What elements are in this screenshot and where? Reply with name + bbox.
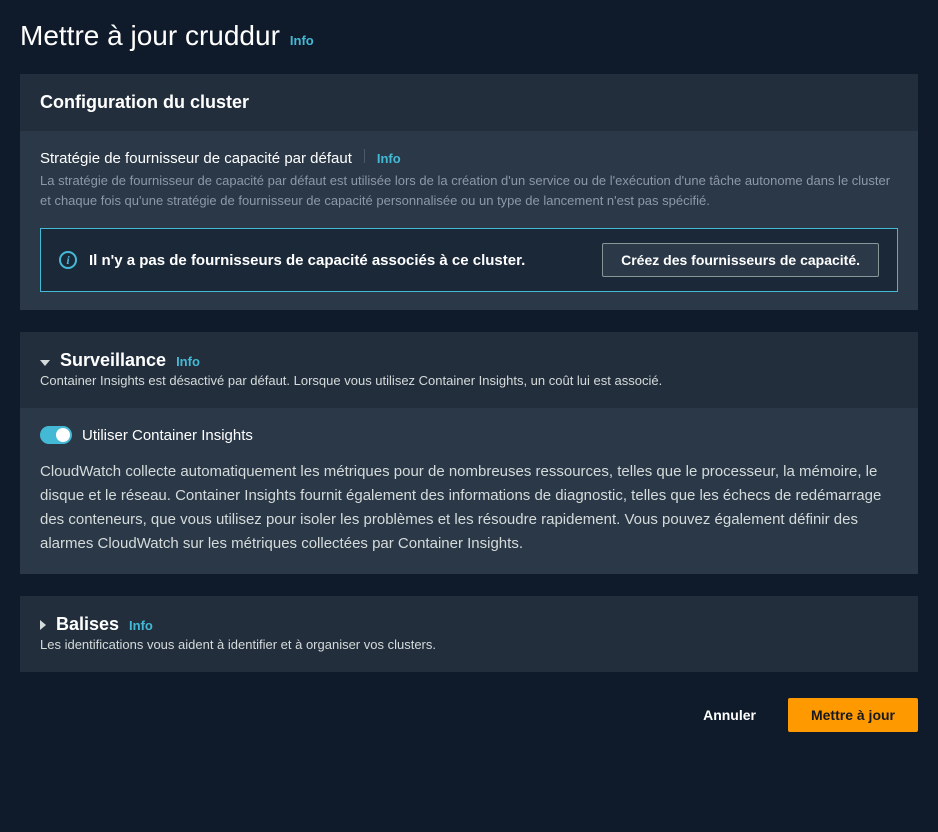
cluster-config-panel: Configuration du cluster Stratégie de fo… xyxy=(20,74,918,310)
chevron-down-icon xyxy=(40,360,50,366)
cluster-config-header: Configuration du cluster xyxy=(20,74,918,131)
chevron-right-icon xyxy=(40,620,46,630)
capacity-info-link[interactable]: Info xyxy=(377,151,401,166)
cluster-config-title: Configuration du cluster xyxy=(40,92,898,113)
surveillance-title: Surveillance xyxy=(60,350,166,371)
container-insights-toggle[interactable] xyxy=(40,426,72,444)
surveillance-desc: Container Insights est désactivé par déf… xyxy=(40,371,898,404)
container-insights-toggle-row: Utiliser Container Insights xyxy=(40,426,898,444)
balises-title: Balises xyxy=(56,614,119,635)
balises-desc: Les identifications vous aident à identi… xyxy=(40,635,898,668)
container-insights-label: Utiliser Container Insights xyxy=(82,427,253,444)
capacity-title: Stratégie de fournisseur de capacité par… xyxy=(40,150,352,167)
info-icon xyxy=(59,251,77,269)
surveillance-panel: Surveillance Info Container Insights est… xyxy=(20,332,918,574)
page-header: Mettre à jour cruddur Info xyxy=(20,20,918,52)
balises-panel: Balises Info Les identifications vous ai… xyxy=(20,596,918,672)
surveillance-body: Utiliser Container Insights CloudWatch c… xyxy=(20,408,918,574)
create-capacity-button[interactable]: Créez des fournisseurs de capacité. xyxy=(602,243,879,277)
capacity-desc: La stratégie de fournisseur de capacité … xyxy=(40,171,898,210)
surveillance-info-link[interactable]: Info xyxy=(176,354,200,369)
capacity-title-row: Stratégie de fournisseur de capacité par… xyxy=(40,149,898,167)
alert-content: Il n'y a pas de fournisseurs de capacité… xyxy=(59,251,525,269)
page-title: Mettre à jour cruddur xyxy=(20,20,280,52)
balises-expand-toggle[interactable]: Balises Info xyxy=(40,614,898,635)
surveillance-body-text: CloudWatch collecte automatiquement les … xyxy=(40,460,898,556)
footer-actions: Annuler Mettre à jour xyxy=(20,694,918,744)
alert-text: Il n'y a pas de fournisseurs de capacité… xyxy=(89,252,525,269)
surveillance-header: Surveillance Info Container Insights est… xyxy=(20,332,918,408)
balises-info-link[interactable]: Info xyxy=(129,618,153,633)
update-button[interactable]: Mettre à jour xyxy=(788,698,918,732)
surveillance-expand-toggle[interactable]: Surveillance Info xyxy=(40,350,898,371)
header-info-link[interactable]: Info xyxy=(290,33,314,48)
capacity-alert: Il n'y a pas de fournisseurs de capacité… xyxy=(40,228,898,292)
cancel-button[interactable]: Annuler xyxy=(687,699,772,731)
cluster-config-body: Stratégie de fournisseur de capacité par… xyxy=(20,131,918,310)
balises-header: Balises Info Les identifications vous ai… xyxy=(20,596,918,672)
divider-icon xyxy=(364,149,365,163)
